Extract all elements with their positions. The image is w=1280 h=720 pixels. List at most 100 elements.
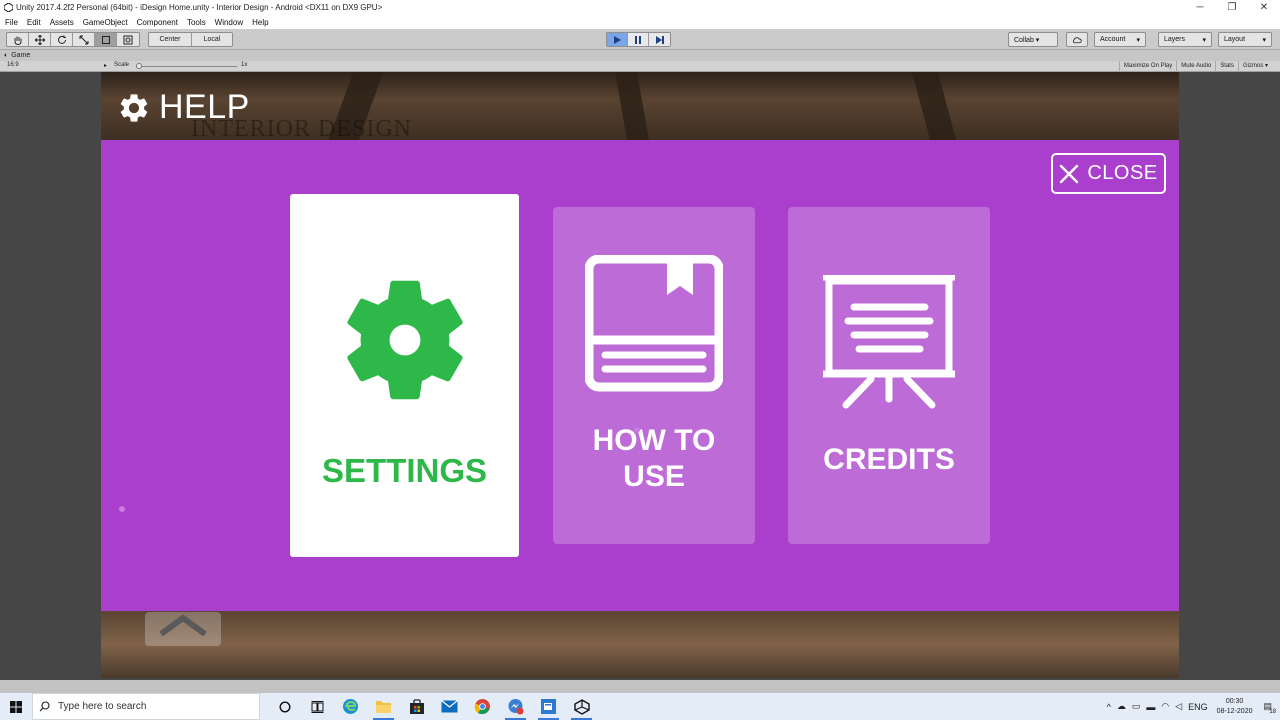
system-tray: ^ ☁ ▭ ▬ ◠ ◁ ENG 00:30 08-12-2020 ▤ 18 (1104, 693, 1280, 720)
aspect-chevron-icon: ▸ (104, 63, 108, 69)
tray-chevron-up-icon[interactable]: ^ (1107, 702, 1111, 712)
cursor-dot (119, 506, 125, 512)
scale-tool-button[interactable] (73, 33, 95, 46)
battery-icon[interactable]: ▬ (1146, 702, 1155, 712)
stats-toggle[interactable]: Stats (1215, 61, 1238, 72)
close-icon (1060, 164, 1079, 183)
scale-slider-handle[interactable] (136, 63, 142, 69)
unity-icon (573, 698, 590, 715)
onedrive-icon[interactable]: ☁ (1117, 701, 1126, 712)
credits-card[interactable]: CREDITS (788, 207, 990, 544)
start-button[interactable] (0, 693, 32, 720)
menu-file[interactable]: File (5, 18, 18, 27)
mail-icon (441, 700, 458, 713)
close-window-button[interactable]: ✕ (1248, 0, 1280, 15)
how-to-use-card[interactable]: HOW TO USE (553, 207, 755, 544)
gizmos-dropdown[interactable]: Gizmos ▾ (1237, 61, 1272, 72)
windows-taskbar: Type here to search ^ ☁ ▭ ▬ ◠ ◁ ENG 00:3… (0, 693, 1280, 720)
game-tab-icon: ◐ (4, 52, 9, 59)
play-button[interactable] (607, 33, 628, 46)
store-button[interactable] (400, 693, 433, 720)
collab-label: Collab ▾ (1014, 36, 1040, 44)
clock-time: 00:30 (1225, 697, 1244, 705)
close-button[interactable]: CLOSE (1051, 153, 1166, 194)
task-view-button[interactable] (301, 693, 334, 720)
account-dropdown[interactable]: Account ▾ (1094, 32, 1146, 47)
menu-assets[interactable]: Assets (50, 18, 74, 27)
taskbar-search[interactable]: Type here to search (32, 693, 260, 720)
menu-edit[interactable]: Edit (27, 18, 41, 27)
account-chevron-down-icon: ▾ (1136, 36, 1140, 44)
collab-dropdown[interactable]: Collab ▾ (1008, 32, 1058, 47)
notification-center-icon[interactable]: ▤ 18 (1263, 701, 1276, 715)
pivot-local-label: Local (203, 36, 221, 43)
mute-audio-toggle[interactable]: Mute Audio (1176, 61, 1215, 72)
step-button[interactable] (649, 33, 670, 46)
menu-tools[interactable]: Tools (187, 18, 206, 27)
layout-dropdown[interactable]: Layout ▾ (1218, 32, 1272, 47)
hand-icon (14, 36, 21, 45)
layers-label: Layers (1164, 36, 1186, 43)
background-floor (101, 611, 1179, 678)
menu-gameobject[interactable]: GameObject (83, 18, 128, 27)
move-tool-button[interactable] (29, 33, 51, 46)
unity-button[interactable] (565, 693, 598, 720)
cortana-icon (278, 700, 291, 713)
chrome-button[interactable] (466, 693, 499, 720)
pivot-center-label: Center (159, 36, 181, 43)
layers-dropdown[interactable]: Layers ▾ (1158, 32, 1212, 47)
settings-card[interactable]: SETTINGS (290, 194, 519, 557)
transform-tool-button[interactable] (117, 33, 139, 46)
credits-label: CREDITS (823, 443, 955, 476)
play-controls (606, 32, 671, 47)
game-canvas[interactable]: INTERIOR DESIGN HELP CLOSE SETTINGS HOW … (101, 72, 1179, 678)
step-icon (655, 35, 664, 44)
scale-icon (79, 35, 88, 44)
menu-window[interactable]: Window (215, 18, 243, 27)
back-arrow-button (145, 612, 221, 646)
pivot-toggles: Center Local (148, 32, 233, 47)
help-header: HELP (117, 88, 250, 127)
tray-app-icon[interactable]: ▭ (1132, 701, 1141, 712)
messenger-button[interactable] (499, 693, 532, 720)
game-tab-label: Game (11, 52, 31, 59)
aspect-dropdown[interactable]: 16:9 (7, 62, 19, 68)
pivot-center-button[interactable]: Center (149, 33, 192, 46)
chrome-icon (474, 699, 490, 715)
edge-button[interactable] (334, 693, 367, 720)
task-view-icon (311, 700, 324, 713)
account-label: Account (1100, 36, 1126, 43)
mail-button[interactable] (433, 693, 466, 720)
window-title: Unity 2017.4.2f2 Personal (64bit) - iDes… (16, 3, 383, 12)
layout-chevron-down-icon: ▾ (1262, 36, 1266, 44)
help-panel: CLOSE SETTINGS HOW TO USE CREDITS (101, 140, 1179, 611)
language-indicator[interactable]: ENG (1188, 702, 1208, 712)
cloud-button[interactable] (1066, 32, 1088, 47)
notification-count: 18 (1269, 709, 1276, 715)
rotate-tool-button[interactable] (51, 33, 73, 46)
hand-tool-button[interactable] (7, 33, 29, 46)
gear-icon (120, 93, 148, 122)
minimize-button[interactable]: ─ (1184, 0, 1216, 15)
pause-button[interactable] (628, 33, 649, 46)
menu-component[interactable]: Component (137, 18, 178, 27)
window-titlebar: Unity 2017.4.2f2 Personal (64bit) - iDes… (0, 0, 1280, 15)
scale-slider-track[interactable] (137, 66, 237, 67)
search-icon (39, 701, 50, 712)
wifi-icon[interactable]: ◠ (1161, 701, 1169, 712)
menu-help[interactable]: Help (252, 18, 268, 27)
volume-icon[interactable]: ◁ (1175, 701, 1182, 712)
visual-studio-button[interactable] (532, 693, 565, 720)
taskbar-clock[interactable]: 00:30 08-12-2020 (1217, 697, 1253, 717)
maximize-on-play-toggle[interactable]: Maximize On Play (1118, 61, 1176, 72)
game-tab[interactable]: ◐ Game (0, 50, 1280, 61)
file-explorer-button[interactable] (367, 693, 400, 720)
game-view-options: Maximize On Play Mute Audio Stats Gizmos… (1118, 61, 1272, 72)
settings-label: SETTINGS (321, 452, 488, 489)
clock-date: 08-12-2020 (1216, 707, 1253, 715)
book-icon (585, 255, 723, 392)
maximize-button[interactable]: ❐ (1216, 0, 1248, 15)
rect-tool-button[interactable] (95, 33, 117, 46)
pivot-local-button[interactable]: Local (192, 33, 232, 46)
cortana-button[interactable] (268, 693, 301, 720)
